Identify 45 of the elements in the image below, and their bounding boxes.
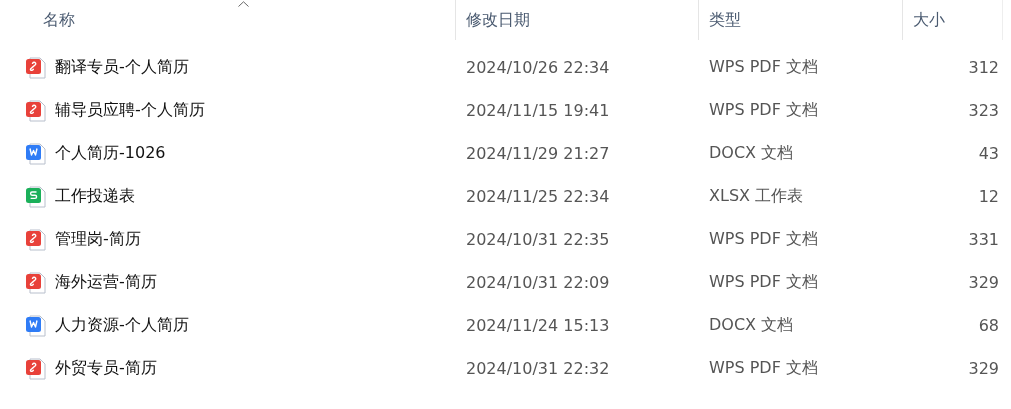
- xlsx-file-icon: [26, 185, 46, 208]
- file-type: WPS PDF 文档: [708, 358, 819, 379]
- modified-date: 2024/11/15 19:41: [465, 101, 611, 120]
- file-size: 12: [977, 187, 1000, 206]
- sort-ascending-icon: [238, 1, 249, 7]
- file-size: 68: [977, 316, 1000, 335]
- column-header[interactable]: 大小: [903, 0, 1003, 40]
- pdf-file-icon: [26, 99, 46, 122]
- modified-date: 2024/11/25 22:34: [465, 187, 611, 206]
- file-size: 331: [967, 230, 1000, 249]
- file-size: 329: [967, 359, 1000, 378]
- pdf-file-icon: [26, 56, 46, 79]
- modified-date: 2024/10/31 22:09: [465, 273, 611, 292]
- file-type: WPS PDF 文档: [708, 229, 819, 250]
- file-name[interactable]: 外贸专员-简历: [55, 358, 157, 379]
- column-header[interactable]: 类型: [699, 0, 903, 40]
- modified-date: 2024/11/29 21:27: [465, 144, 611, 163]
- modified-date: 2024/10/31 22:35: [465, 230, 611, 249]
- file-name[interactable]: 人力资源-个人简历: [55, 315, 189, 336]
- file-size: 323: [967, 101, 1000, 120]
- file-name[interactable]: 翻译专员-个人简历: [55, 57, 189, 78]
- modified-date: 2024/10/26 22:34: [465, 58, 611, 77]
- modified-date: 2024/10/31 22:32: [465, 359, 611, 378]
- docx-file-icon: [26, 142, 46, 165]
- pdf-file-icon: [26, 228, 46, 251]
- docx-file-icon: [26, 314, 46, 337]
- modified-date: 2024/11/24 15:13: [465, 316, 611, 335]
- file-type: WPS PDF 文档: [708, 100, 819, 121]
- column-header[interactable]: 修改日期: [456, 0, 699, 40]
- file-name[interactable]: 工作投递表: [55, 186, 135, 207]
- file-name[interactable]: 辅导员应聘-个人简历: [55, 100, 205, 121]
- file-name[interactable]: 海外运营-简历: [55, 272, 157, 293]
- file-type: DOCX 文档: [708, 143, 795, 164]
- pdf-file-icon: [26, 357, 46, 380]
- file-type: XLSX 工作表: [708, 186, 805, 207]
- file-size: 329: [967, 273, 1000, 292]
- file-size: 43: [977, 144, 1000, 163]
- file-name[interactable]: 个人简历-1026: [55, 143, 166, 164]
- file-name[interactable]: 管理岗-简历: [55, 229, 141, 250]
- file-type: WPS PDF 文档: [708, 57, 819, 78]
- file-type: DOCX 文档: [708, 315, 795, 336]
- file-size: 312: [967, 58, 1000, 77]
- pdf-file-icon: [26, 271, 46, 294]
- column-header[interactable]: 名称: [0, 0, 456, 40]
- file-type: WPS PDF 文档: [708, 272, 819, 293]
